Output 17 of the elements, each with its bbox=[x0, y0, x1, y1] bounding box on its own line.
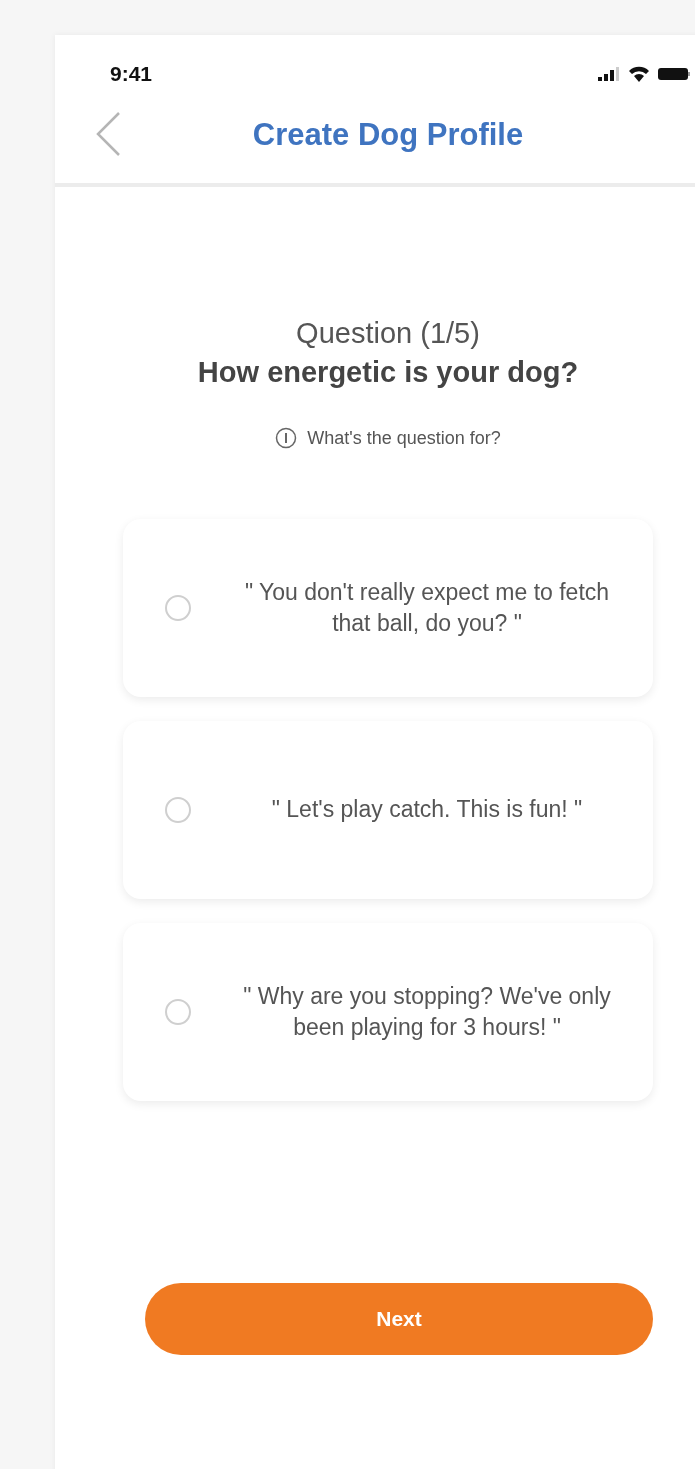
wifi-icon bbox=[628, 66, 650, 82]
screen-title: Create Dog Profile bbox=[252, 117, 524, 153]
status-time: 9:41 bbox=[110, 62, 153, 86]
question-text: How energetic is your dog? bbox=[197, 356, 579, 389]
back-button[interactable] bbox=[95, 111, 121, 157]
answer-option[interactable]: " Let's play catch. This is fun! " bbox=[123, 721, 653, 899]
battery-icon bbox=[658, 67, 690, 81]
back-chevron-icon bbox=[95, 111, 121, 157]
answer-option[interactable]: " You don't really expect me to fetch that ball, do you? " bbox=[123, 519, 653, 697]
radio-button[interactable] bbox=[165, 999, 191, 1025]
radio-button[interactable] bbox=[165, 797, 191, 823]
info-icon bbox=[275, 427, 298, 449]
signal-icon bbox=[598, 67, 620, 81]
question-counter: Question (1/5) bbox=[296, 317, 480, 350]
radio-button[interactable] bbox=[165, 595, 191, 621]
answer-option[interactable]: " Why are you stopping? We've only been playing for 3 hours! " bbox=[123, 923, 653, 1101]
info-link[interactable]: What's the question for? bbox=[275, 427, 501, 449]
